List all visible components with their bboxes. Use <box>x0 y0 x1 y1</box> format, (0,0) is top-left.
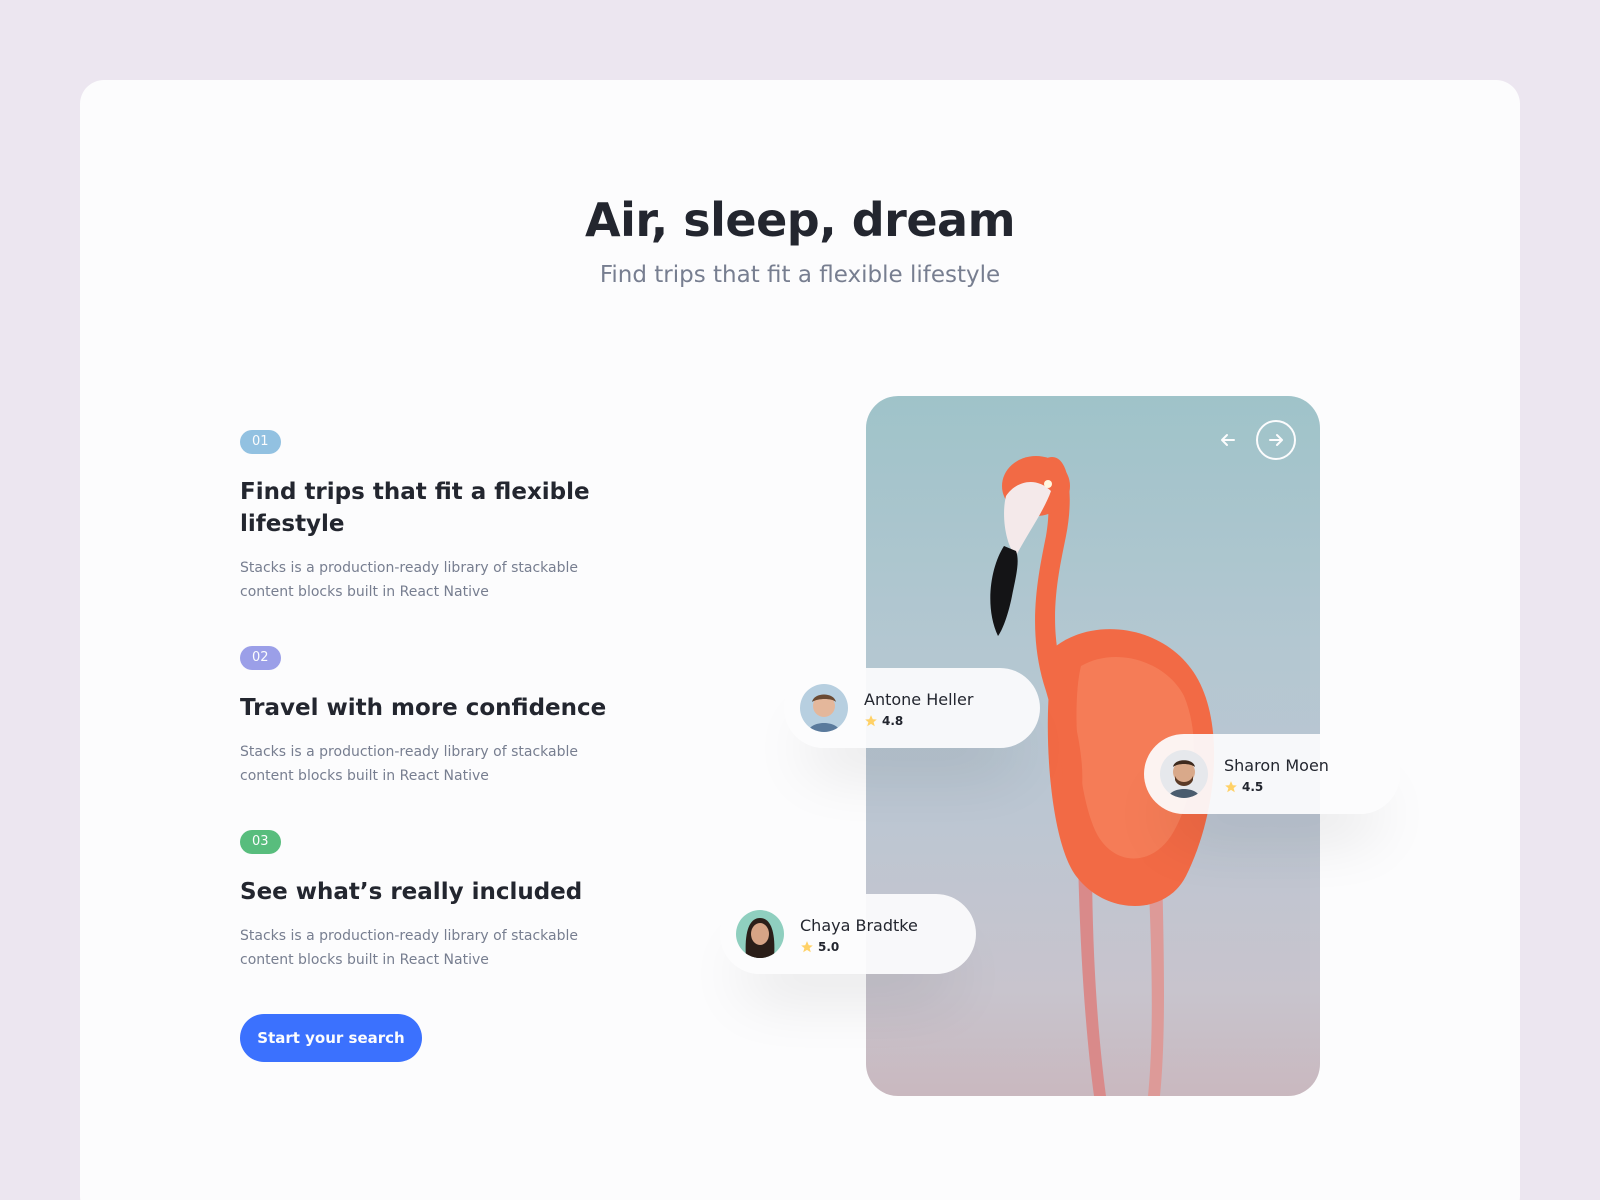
rating-value: 4.5 <box>1242 780 1264 794</box>
star-icon <box>800 940 814 954</box>
rating-value: 4.8 <box>882 714 904 728</box>
step-badge: 02 <box>240 646 281 670</box>
review-card: Antone Heller 4.8 <box>784 668 1040 748</box>
reviewer-name: Sharon Moen <box>1224 756 1329 775</box>
step-description: Stacks is a production-ready library of … <box>240 744 578 784</box>
step-title: Travel with more confidence <box>240 695 607 721</box>
reviewer-rating: 4.8 <box>864 714 973 728</box>
rating-value: 5.0 <box>818 940 840 954</box>
avatar <box>1160 750 1208 798</box>
arrow-right-icon <box>1269 434 1283 446</box>
step-1: 01 Find trips that fit a flexible lifest… <box>240 430 620 604</box>
arrow-left-icon <box>1221 434 1235 446</box>
review-card: Chaya Bradtke 5.0 <box>720 894 976 974</box>
step-badge: 03 <box>240 830 281 854</box>
star-icon <box>1224 780 1238 794</box>
avatar <box>736 910 784 958</box>
reviewer-rating: 4.5 <box>1224 780 1329 794</box>
carousel-prev-button[interactable] <box>1210 422 1246 458</box>
review-card: Sharon Moen 4.5 <box>1144 734 1400 814</box>
step-title: See what’s really included <box>240 879 583 905</box>
star-icon <box>864 714 878 728</box>
avatar <box>800 684 848 732</box>
step-2: 02 Travel with more confidence Stacks is… <box>240 646 620 788</box>
reviewer-name: Chaya Bradtke <box>800 916 918 935</box>
step-3: 03 See what’s really included Stacks is … <box>240 830 620 972</box>
reviewer-rating: 5.0 <box>800 940 918 954</box>
step-description: Stacks is a production-ready library of … <box>240 560 578 600</box>
carousel-next-button[interactable] <box>1256 420 1296 460</box>
start-search-button[interactable]: Start your search <box>240 1014 422 1062</box>
step-title: Find trips that fit a flexible lifestyle <box>240 479 590 537</box>
page-title: Air, sleep, dream <box>584 193 1016 247</box>
step-description: Stacks is a production-ready library of … <box>240 928 578 968</box>
reviewer-name: Antone Heller <box>864 690 974 709</box>
page-subtitle: Find trips that fit a flexible lifestyle <box>599 262 1001 288</box>
step-badge: 01 <box>240 430 281 454</box>
